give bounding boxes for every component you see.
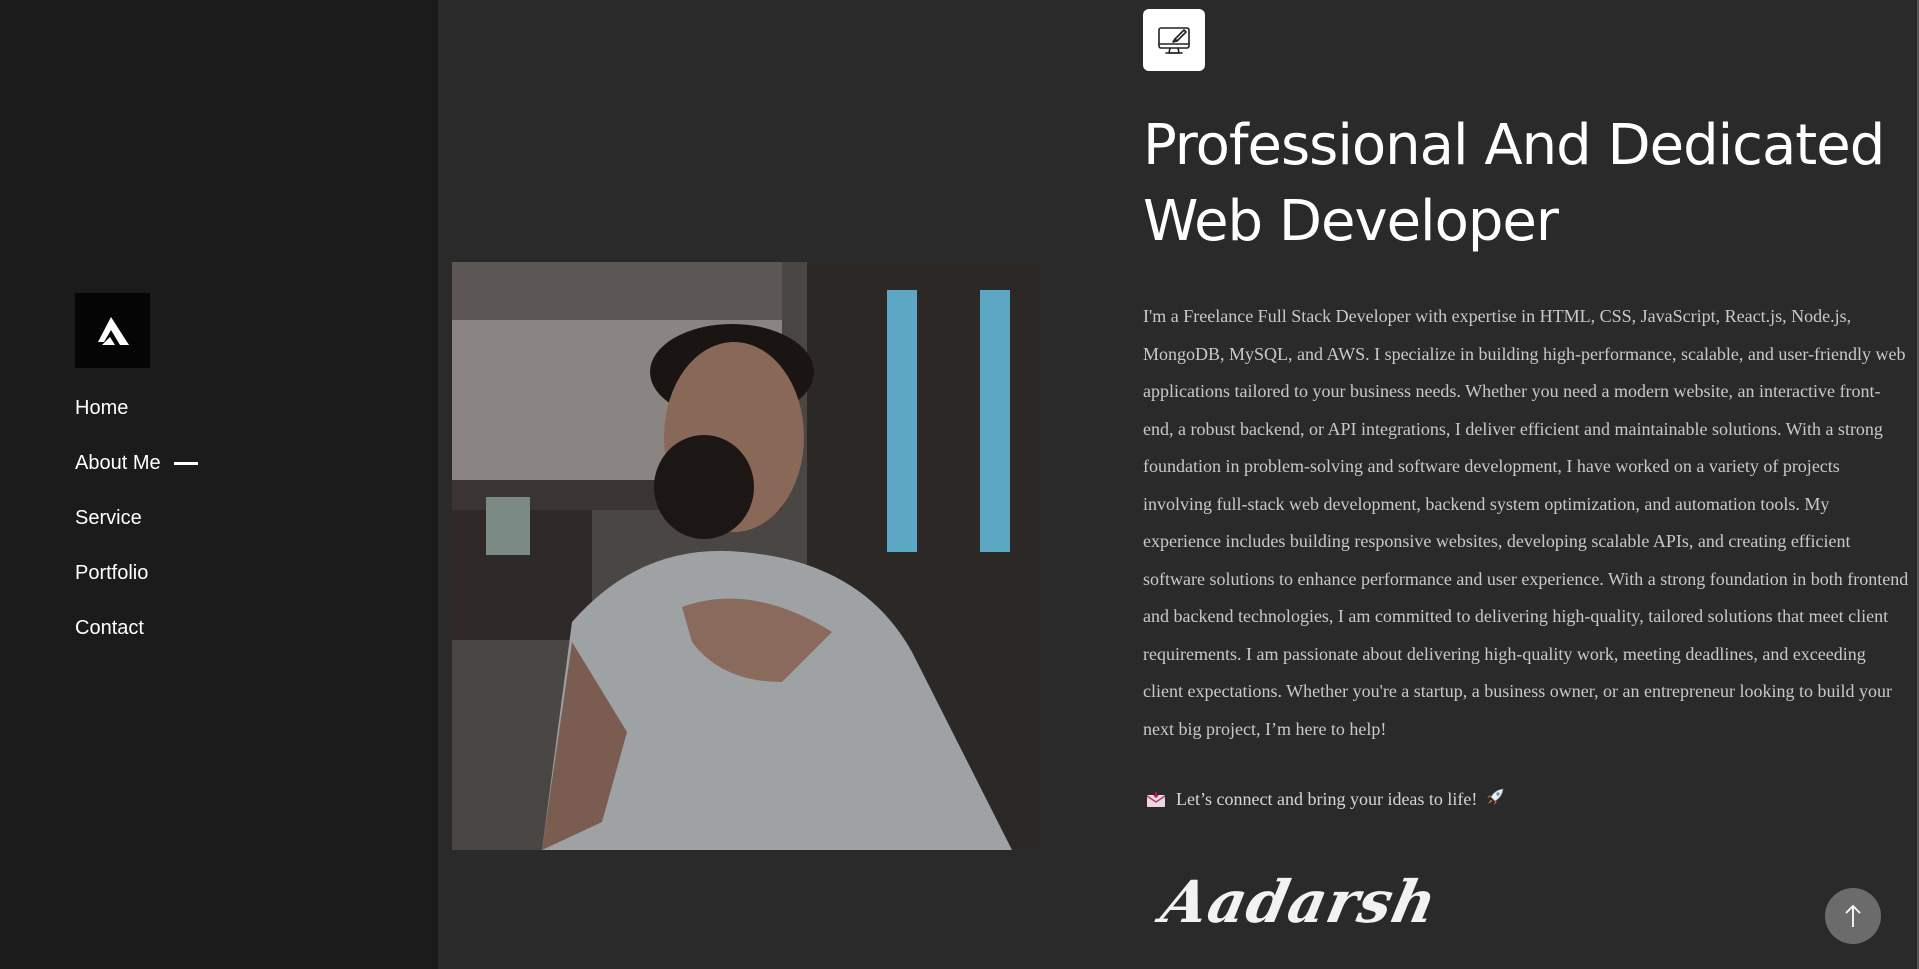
sidebar: Home About Me Service Portfolio Contact	[0, 0, 438, 969]
nav-item-contact[interactable]: Contact	[75, 612, 198, 667]
nav-item-label: Portfolio	[75, 562, 149, 584]
active-indicator	[173, 462, 198, 465]
nav-item-label: Service	[75, 507, 142, 529]
page-title: Professional And Dedicated Web Developer	[1143, 108, 1909, 260]
rocket-icon	[1485, 787, 1505, 812]
arrow-up-icon	[1845, 904, 1861, 927]
nav-item-label: Contact	[75, 617, 144, 639]
cta-label: Let’s connect and bring your ideas to li…	[1176, 789, 1478, 809]
nav-item-about-me[interactable]: About Me	[75, 447, 198, 502]
headline-line-2: Web Developer	[1143, 189, 1559, 254]
profile-photo	[452, 262, 1040, 850]
envelope-icon	[1146, 791, 1166, 808]
brand-logo-icon[interactable]	[75, 293, 150, 368]
signature: Aadarsh	[1155, 868, 1444, 936]
nav-item-portfolio[interactable]: Portfolio	[75, 557, 198, 612]
nav-item-label: Home	[75, 397, 129, 419]
nav-item-label: About Me	[75, 452, 161, 474]
monitor-design-icon	[1143, 9, 1205, 71]
nav-item-home[interactable]: Home	[75, 392, 198, 447]
headline-line-1: Professional And Dedicated	[1143, 113, 1885, 178]
scroll-to-top-button[interactable]	[1825, 888, 1881, 944]
cta-text: Let’s connect and bring your ideas to li…	[1143, 787, 1505, 812]
nav-item-service[interactable]: Service	[75, 502, 198, 557]
bio-paragraph: I'm a Freelance Full Stack Developer wit…	[1143, 306, 1909, 739]
main-nav: Home About Me Service Portfolio Contact	[75, 392, 198, 667]
